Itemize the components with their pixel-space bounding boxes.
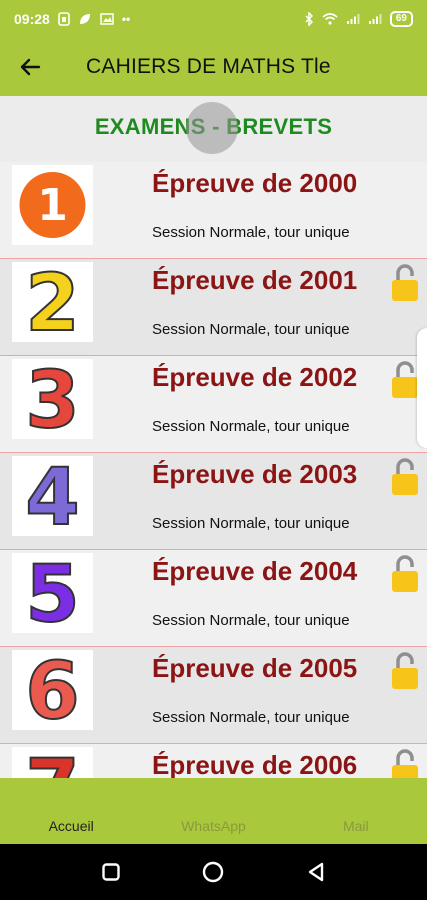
exam-title: Épreuve de 2004 <box>152 556 358 586</box>
nav-whatsapp[interactable]: WhatsApp <box>142 778 284 844</box>
number-2-icon: 2 <box>24 262 80 342</box>
exam-subtitle: Session Normale, tour unique <box>152 709 350 726</box>
status-time: 09:28 <box>14 11 50 27</box>
app-title: CAHIERS DE MATHS Tle <box>86 55 331 78</box>
wifi-icon <box>322 13 338 25</box>
leaf-icon <box>79 14 90 24</box>
number-text: 1 <box>37 180 68 231</box>
number-thumbnail: 7 <box>12 747 93 778</box>
nav-label: Mail <box>342 818 369 834</box>
number-text: 2 <box>25 262 79 342</box>
exam-subtitle: Session Normale, tour unique <box>152 515 350 532</box>
lock-icon <box>392 652 418 689</box>
number-thumbnail: 5 <box>12 553 93 633</box>
content-area: EXAMENS - BREVETS 1Épreuve de 2000Sessio… <box>0 96 427 778</box>
exam-subtitle: Session Normale, tour unique <box>152 224 350 241</box>
exam-list-item[interactable]: 1 Épreuve de 2000 Session Normale, tour un… <box>0 162 427 259</box>
nav-label: WhatsApp <box>181 818 246 834</box>
nav-mail[interactable]: Mail <box>285 778 427 844</box>
number-6-icon: 6 <box>24 650 80 730</box>
recents-icon <box>102 863 120 881</box>
exam-subtitle: Session Normale, tour unique <box>152 612 350 629</box>
lock-icon <box>392 749 418 778</box>
exam-title: Épreuve de 2006 <box>152 750 358 778</box>
image-icon <box>100 13 114 25</box>
exam-subtitle: Session Normale, tour unique <box>152 321 350 338</box>
number-5-icon: 5 <box>24 553 80 633</box>
number-thumbnail: 4 <box>12 456 93 536</box>
home-button[interactable] <box>198 857 228 887</box>
touch-ripple <box>186 102 238 154</box>
back-button[interactable] <box>0 38 60 96</box>
triangle-back-icon <box>308 862 324 882</box>
lock-icon <box>392 555 418 592</box>
number-text: 7 <box>25 747 79 778</box>
exam-title: Épreuve de 2003 <box>152 459 358 489</box>
home-icon <box>203 861 224 883</box>
bluetooth-icon <box>305 12 313 26</box>
signal-icon <box>346 14 360 24</box>
exam-list-item[interactable]: 3 Épreuve de 2002 Session Normale, tour un… <box>0 356 427 453</box>
more-dots-icon: •• <box>121 12 131 26</box>
exam-list-item[interactable]: 5 Épreuve de 2004 Session Normale, tour un… <box>0 550 427 647</box>
signal-icon <box>368 14 382 24</box>
battery-icon: 69 <box>389 11 413 27</box>
status-bar: 09:28 •• 69 <box>0 0 427 38</box>
status-right: 69 <box>304 11 413 27</box>
bottom-navigation: Accueil WhatsApp Mail <box>0 778 427 844</box>
exam-list-item[interactable]: 2 Épreuve de 2001 Session Normale, tour un… <box>0 259 427 356</box>
number-text: 6 <box>25 650 79 730</box>
exam-subtitle: Session Normale, tour unique <box>152 418 350 435</box>
exam-list-item[interactable]: 7Épreuve de 2006Session Normale, tour un… <box>0 744 427 778</box>
system-navigation-bar <box>0 844 427 900</box>
number-7-icon: 7 <box>24 747 80 778</box>
app-bar: CAHIERS DE MATHS Tle <box>0 38 427 96</box>
sim-icon <box>58 12 70 26</box>
number-1-icon: 1 <box>19 172 86 238</box>
exam-list-item[interactable]: 4 Épreuve de 2003 Session Normale, tour un… <box>0 453 427 550</box>
exam-title: Épreuve de 2000 <box>152 168 358 198</box>
nav-label: Accueil <box>48 818 94 834</box>
exam-title: Épreuve de 2005 <box>152 653 358 683</box>
status-left: 09:28 •• <box>14 11 130 27</box>
exam-list-item[interactable]: 6 Épreuve de 2005 Session Normale, tour un… <box>0 647 427 744</box>
arrow-left-icon <box>20 58 41 76</box>
exam-title: Épreuve de 2002 <box>152 362 358 392</box>
lock-icon <box>392 264 418 301</box>
number-text: 5 <box>25 553 79 633</box>
number-thumbnail: 1 <box>12 165 93 245</box>
number-3-icon: 3 <box>24 359 80 439</box>
lock-icon <box>392 458 418 495</box>
number-4-icon: 4 <box>24 456 80 536</box>
edge-panel-handle[interactable] <box>417 328 427 448</box>
number-thumbnail: 2 <box>12 262 93 342</box>
exam-list: 1 Épreuve de 2000 Session Normale, tour un… <box>0 162 427 778</box>
number-thumbnail: 6 <box>12 650 93 730</box>
number-text: 4 <box>25 456 79 536</box>
back-system-button[interactable] <box>301 857 331 887</box>
recents-button[interactable] <box>96 857 126 887</box>
number-thumbnail: 3 <box>12 359 93 439</box>
nav-accueil[interactable]: Accueil <box>0 778 142 844</box>
exam-title: Épreuve de 2001 <box>152 265 358 295</box>
number-text: 3 <box>25 359 79 439</box>
